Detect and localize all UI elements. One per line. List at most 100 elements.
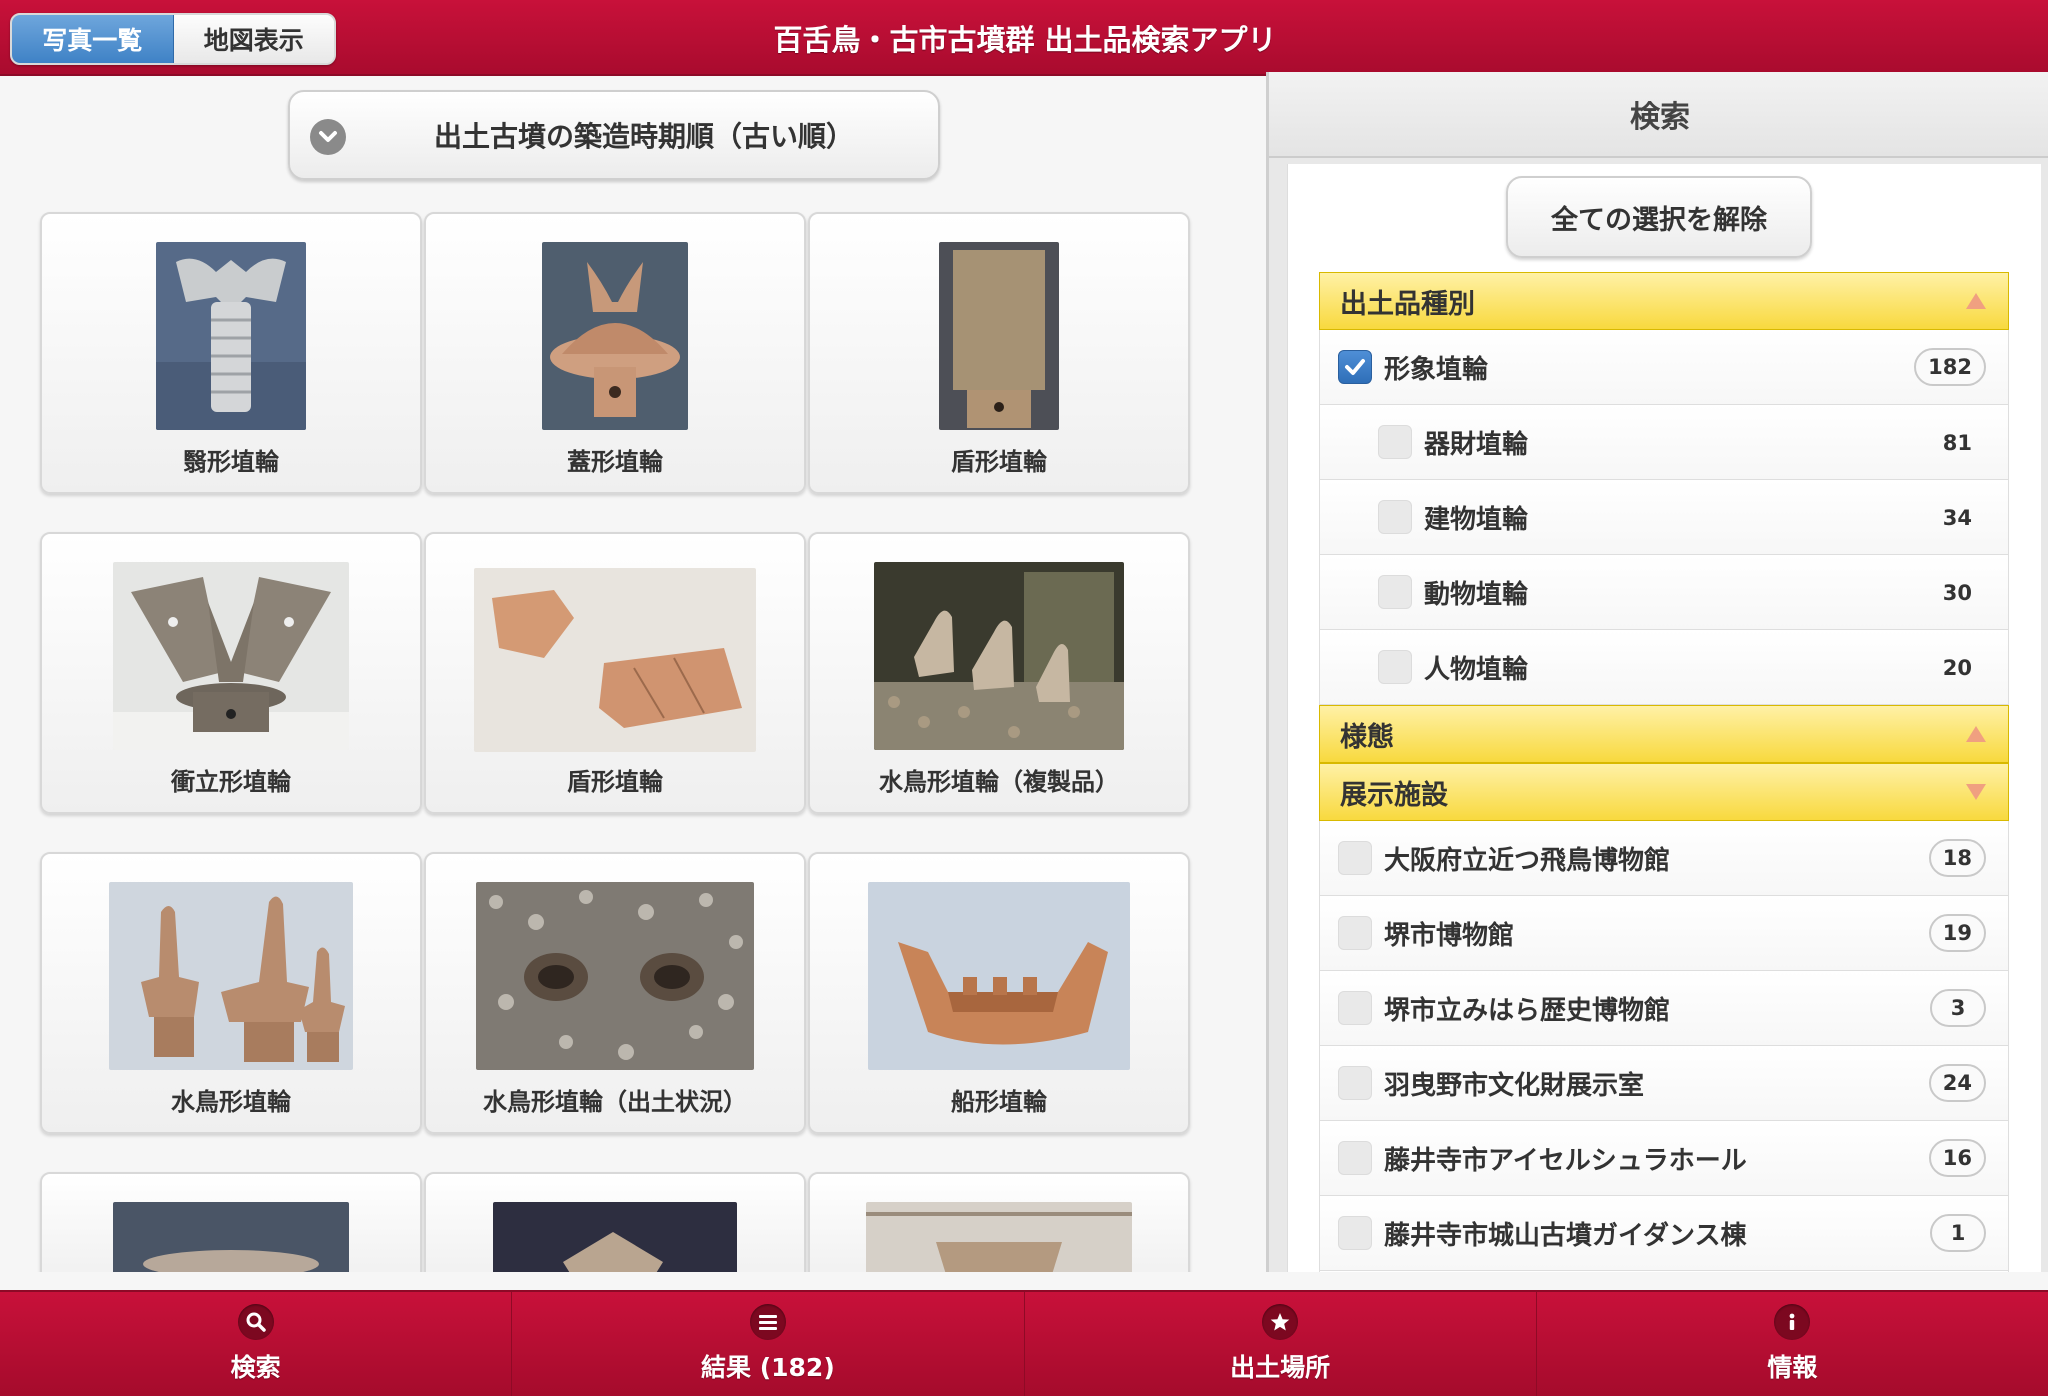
tab-label: 検索 xyxy=(230,1353,281,1382)
result-card-label: 衝立形埴輪 xyxy=(171,768,291,796)
parasol-haniwa-photo xyxy=(542,242,688,430)
filter-item-label: 堺市博物館 xyxy=(1384,921,1515,951)
shield-haniwa-photo xyxy=(939,242,1059,430)
filter-item[interactable]: 堺市立みはら歴史博物館 3 xyxy=(1319,971,2009,1046)
filter-item[interactable]: 人物埴輪 20 xyxy=(1319,630,2009,705)
filter-item-label: 堺市立みはら歴史博物館 xyxy=(1384,996,1671,1026)
count-badge: 1 xyxy=(1930,1214,1986,1252)
app-header: 写真一覧 地図表示 百舌鳥・古市古墳群 出土品検索アプリ xyxy=(0,0,2048,76)
filter-item-label: 藤井寺市城山古墳ガイダンス棟 xyxy=(1384,1221,1747,1251)
result-grid: 翳形埴輪 蓋形埴輪 盾形埴輪 衝立形埴輪 盾形埴輪 水鳥形埴輪（複製品） 水鳥形… xyxy=(40,212,1190,1272)
result-card[interactable] xyxy=(40,1172,422,1272)
count-value: 81 xyxy=(1942,430,1972,455)
checkbox[interactable] xyxy=(1338,991,1372,1025)
tab-photo-list[interactable]: 写真一覧 xyxy=(12,15,174,63)
result-card-label: 水鳥形埴輪（出土状況） xyxy=(483,1088,747,1116)
filter-item[interactable]: 建物埴輪 34 xyxy=(1319,480,2009,555)
filter-item[interactable]: 堺市博物館 19 xyxy=(1319,896,2009,971)
filter-group-title: 展示施設 xyxy=(1340,779,1448,811)
filter-item[interactable]: 器財埴輪 81 xyxy=(1319,405,2009,480)
checkbox[interactable] xyxy=(1378,425,1412,459)
checkbox[interactable] xyxy=(1378,500,1412,534)
filter-item-label: 器財埴輪 xyxy=(1424,430,1529,460)
filter-item[interactable]: 動物埴輪 30 xyxy=(1319,555,2009,630)
filter-item[interactable]: 形象埴輪 182 xyxy=(1319,330,2009,405)
filter-item[interactable]: 羽曳野市文化財展示室 24 xyxy=(1319,1046,2009,1121)
result-card-label: 水鳥形埴輪 xyxy=(171,1088,291,1116)
filter-group-condition[interactable]: 様態 xyxy=(1319,705,2009,763)
filter-item-label: 人物埴輪 xyxy=(1424,655,1529,685)
result-card[interactable] xyxy=(808,1172,1190,1272)
count-value: 30 xyxy=(1942,580,1972,605)
result-card-label: 蓋形埴輪 xyxy=(567,448,663,476)
tab-label: 情報 xyxy=(1767,1353,1818,1382)
app-title: 百舌鳥・古市古墳群 出土品検索アプリ xyxy=(773,23,1277,57)
waterfowl-replica-photo xyxy=(874,562,1124,750)
clear-all-selection-button[interactable]: 全ての選択を解除 xyxy=(1506,176,1812,258)
filter-list: 出土品種別 形象埴輪 182 器財埴輪 81 建物埴輪 34 動物埴輪 30 人… xyxy=(1319,272,2009,1272)
tab-map-view[interactable]: 地図表示 xyxy=(173,15,334,63)
star-icon xyxy=(1262,1304,1299,1340)
filter-group-title: 出土品種別 xyxy=(1340,288,1475,320)
filter-item[interactable]: 藤井寺市城山古墳ガイダンス棟 1 xyxy=(1319,1196,2009,1271)
search-panel-title: 検索 xyxy=(1269,72,2048,158)
tab-info[interactable]: 情報 xyxy=(1537,1292,2048,1396)
tab-excavation-site[interactable]: 出土場所 xyxy=(1025,1292,1537,1396)
result-card-label: 翳形埴輪 xyxy=(183,448,279,476)
filter-group-exhibit-facility[interactable]: 展示施設 xyxy=(1319,763,2009,821)
checkbox[interactable] xyxy=(1378,650,1412,684)
checkbox[interactable] xyxy=(1338,1216,1372,1250)
filter-item-label: 羽曳野市文化財展示室 xyxy=(1384,1071,1645,1101)
result-card-label: 盾形埴輪 xyxy=(951,448,1047,476)
result-card-label: 盾形埴輪 xyxy=(567,768,663,796)
checkbox[interactable] xyxy=(1338,1066,1372,1100)
checkbox[interactable] xyxy=(1338,1141,1372,1175)
checkbox[interactable] xyxy=(1338,841,1372,875)
result-card[interactable]: 船形埴輪 xyxy=(808,852,1190,1134)
results-pane: 出土古墳の築造時期順（古い順） 翳形埴輪 蓋形埴輪 盾形埴輪 衝立形埴輪 盾形埴… xyxy=(0,76,1266,1272)
result-card[interactable]: 水鳥形埴輪 xyxy=(40,852,422,1134)
chevron-down-icon xyxy=(310,119,346,155)
filter-item[interactable]: 大阪府立近つ飛鳥博物館 18 xyxy=(1319,821,2009,896)
result-thumbnail xyxy=(866,1202,1132,1272)
count-badge: 24 xyxy=(1928,1064,1986,1102)
count-badge: 16 xyxy=(1928,1139,1986,1177)
result-card[interactable]: 盾形埴輪 xyxy=(808,212,1190,494)
result-card[interactable] xyxy=(424,1172,806,1272)
count-value: 34 xyxy=(1942,505,1972,530)
checkbox[interactable] xyxy=(1378,575,1412,609)
result-card[interactable]: 翳形埴輪 xyxy=(40,212,422,494)
count-value: 20 xyxy=(1942,655,1972,680)
info-icon xyxy=(1774,1304,1811,1340)
shield-fragments-photo xyxy=(474,568,756,752)
tab-label: 結果 (182) xyxy=(701,1353,835,1382)
bottom-tab-bar: 検索 結果 (182) 出土場所 情報 xyxy=(0,1290,2048,1396)
tab-label: 出土場所 xyxy=(1230,1353,1331,1382)
filter-item-label: 形象埴輪 xyxy=(1384,355,1489,385)
filter-group-title: 様態 xyxy=(1340,721,1394,753)
filter-item-label: 大阪府立近つ飛鳥博物館 xyxy=(1384,846,1671,876)
search-icon xyxy=(237,1304,274,1340)
result-card[interactable]: 水鳥形埴輪（出土状況） xyxy=(424,852,806,1134)
search-panel: 検索 全ての選択を解除 出土品種別 形象埴輪 182 器財埴輪 81 建物埴輪 … xyxy=(1266,72,2048,1272)
result-card[interactable]: 水鳥形埴輪（複製品） xyxy=(808,532,1190,814)
filter-item-label: 建物埴輪 xyxy=(1424,505,1529,535)
checkbox[interactable] xyxy=(1338,916,1372,950)
result-card-label: 船形埴輪 xyxy=(951,1088,1047,1116)
result-card[interactable]: 蓋形埴輪 xyxy=(424,212,806,494)
sort-order-label: 出土古墳の築造時期順（古い順） xyxy=(433,120,854,153)
filter-group-artifact-type[interactable]: 出土品種別 xyxy=(1319,272,2009,330)
ceremonial-fan-haniwa-photo xyxy=(156,242,306,430)
waterfowl-haniwa-photo xyxy=(109,882,353,1070)
triangle-up-icon xyxy=(1966,726,1986,742)
filter-item[interactable]: 藤井寺市アイセルシュラホール 16 xyxy=(1319,1121,2009,1196)
sort-order-button[interactable]: 出土古墳の築造時期順（古い順） xyxy=(288,90,940,180)
tab-results[interactable]: 結果 (182) xyxy=(512,1292,1025,1396)
count-badge: 3 xyxy=(1930,989,1986,1027)
result-card[interactable]: 衝立形埴輪 xyxy=(40,532,422,814)
result-card[interactable]: 盾形埴輪 xyxy=(424,532,806,814)
checkbox-checked[interactable] xyxy=(1338,350,1372,384)
screen-haniwa-photo xyxy=(113,562,349,750)
tab-search[interactable]: 検索 xyxy=(0,1292,513,1396)
triangle-down-icon xyxy=(1966,784,1986,800)
